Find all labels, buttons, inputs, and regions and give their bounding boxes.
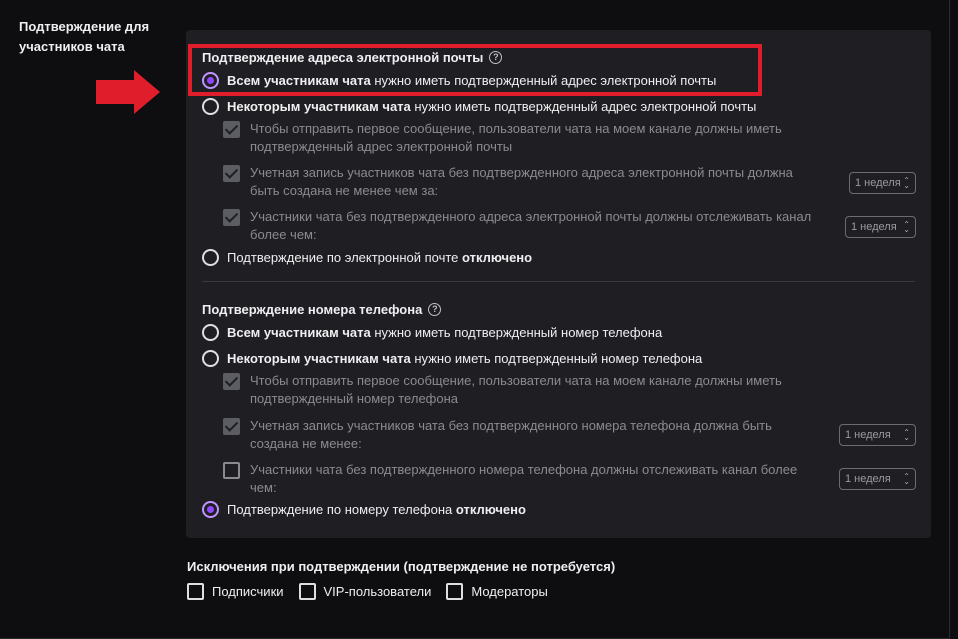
- help-icon[interactable]: ?: [428, 303, 442, 316]
- checkbox-icon[interactable]: [223, 462, 240, 479]
- email-sub-account-age[interactable]: Учетная запись участников чата без подтв…: [223, 164, 823, 200]
- radio-icon[interactable]: [202, 249, 219, 266]
- phone-sub-first-message-label: Чтобы отправить первое сообщение, пользо…: [250, 373, 782, 406]
- radio-icon[interactable]: [202, 350, 219, 367]
- chevron-updown-icon: ⌃ ⌄: [903, 472, 910, 486]
- email-option-disabled[interactable]: Подтверждение по электронной почте отклю…: [202, 249, 532, 266]
- phone-option-disabled[interactable]: Подтверждение по номеру телефона отключе…: [202, 501, 526, 518]
- radio-icon[interactable]: [202, 324, 219, 341]
- phone-option-all[interactable]: Всем участникам чата нужно иметь подтвер…: [202, 324, 662, 341]
- checkbox-icon[interactable]: [223, 165, 240, 182]
- checkbox-icon[interactable]: [223, 418, 240, 435]
- exception-label: VIP-пользователи: [323, 584, 432, 599]
- phone-follow-age-select[interactable]: 1 неделя ⌃ ⌄: [839, 468, 916, 490]
- checkbox-icon[interactable]: [223, 373, 240, 390]
- exception-label: Модераторы: [471, 584, 548, 599]
- phone-sub-first-message[interactable]: Чтобы отправить первое сообщение, пользо…: [223, 372, 823, 408]
- phone-account-age-select[interactable]: 1 неделя ⌃ ⌄: [839, 424, 916, 446]
- phone-sub-account-age-label: Учетная запись участников чата без подтв…: [250, 418, 772, 451]
- exception-vip[interactable]: VIP-пользователи: [298, 583, 432, 600]
- exceptions-title: Исключения при подтверждении (подтвержде…: [187, 559, 616, 574]
- checkbox-icon[interactable]: [223, 121, 240, 138]
- email-sub-account-age-label: Учетная запись участников чата без подтв…: [250, 165, 793, 198]
- email-sub-first-message[interactable]: Чтобы отправить первое сообщение, пользо…: [223, 120, 823, 156]
- radio-icon[interactable]: [202, 98, 219, 115]
- exception-moderators[interactable]: Модераторы: [446, 583, 548, 600]
- exception-subscribers[interactable]: Подписчики: [187, 583, 284, 600]
- phone-sub-account-age[interactable]: Учетная запись участников чата без подтв…: [223, 417, 823, 453]
- radio-icon[interactable]: [202, 501, 219, 518]
- email-sub-follow-age[interactable]: Участники чата без подтвержденного адрес…: [223, 208, 823, 244]
- email-sub-follow-age-label: Участники чата без подтвержденного адрес…: [250, 209, 812, 242]
- phone-option-all-label: Всем участникам чата нужно иметь подтвер…: [227, 325, 663, 340]
- checkbox-icon[interactable]: [187, 583, 204, 600]
- phone-title-text: Подтверждение номера телефона: [202, 302, 423, 317]
- email-sub-first-message-label: Чтобы отправить первое сообщение, пользо…: [250, 121, 782, 154]
- email-option-disabled-label: Подтверждение по электронной почте отклю…: [227, 250, 533, 265]
- section-label: Подтверждение для участников чата: [19, 19, 150, 54]
- phone-option-some[interactable]: Некоторым участникам чата нужно иметь по…: [202, 350, 702, 367]
- checkbox-icon[interactable]: [446, 583, 464, 600]
- highlight-box: [188, 44, 762, 96]
- exception-label: Подписчики: [212, 584, 284, 599]
- checkbox-icon[interactable]: [298, 583, 316, 600]
- chevron-updown-icon: ⌃ ⌄: [903, 428, 910, 442]
- phone-sub-follow-age-label: Участники чата без подтвержденного номер…: [250, 462, 798, 495]
- phone-group-title: Подтверждение номера телефона ?: [202, 302, 442, 317]
- phone-option-disabled-label: Подтверждение по номеру телефона отключе…: [227, 502, 526, 517]
- phone-option-some-label: Некоторым участникам чата нужно иметь по…: [227, 351, 703, 366]
- email-option-some-label: Некоторым участникам чата нужно иметь по…: [227, 99, 757, 114]
- chevron-updown-icon: ⌃ ⌄: [903, 220, 910, 234]
- exceptions-row: Подписчики VIP-пользователи Модераторы: [187, 583, 563, 600]
- phone-sub-follow-age[interactable]: Участники чата без подтвержденного номер…: [223, 461, 823, 497]
- email-option-some[interactable]: Некоторым участникам чата нужно иметь по…: [202, 98, 756, 115]
- red-arrow-icon: [96, 70, 160, 114]
- chevron-updown-icon: ⌃ ⌄: [903, 176, 910, 190]
- email-follow-age-select[interactable]: 1 неделя ⌃ ⌄: [845, 216, 916, 238]
- checkbox-icon[interactable]: [223, 209, 240, 226]
- divider: [202, 281, 915, 282]
- email-account-age-select[interactable]: 1 неделя ⌃ ⌄: [849, 172, 916, 194]
